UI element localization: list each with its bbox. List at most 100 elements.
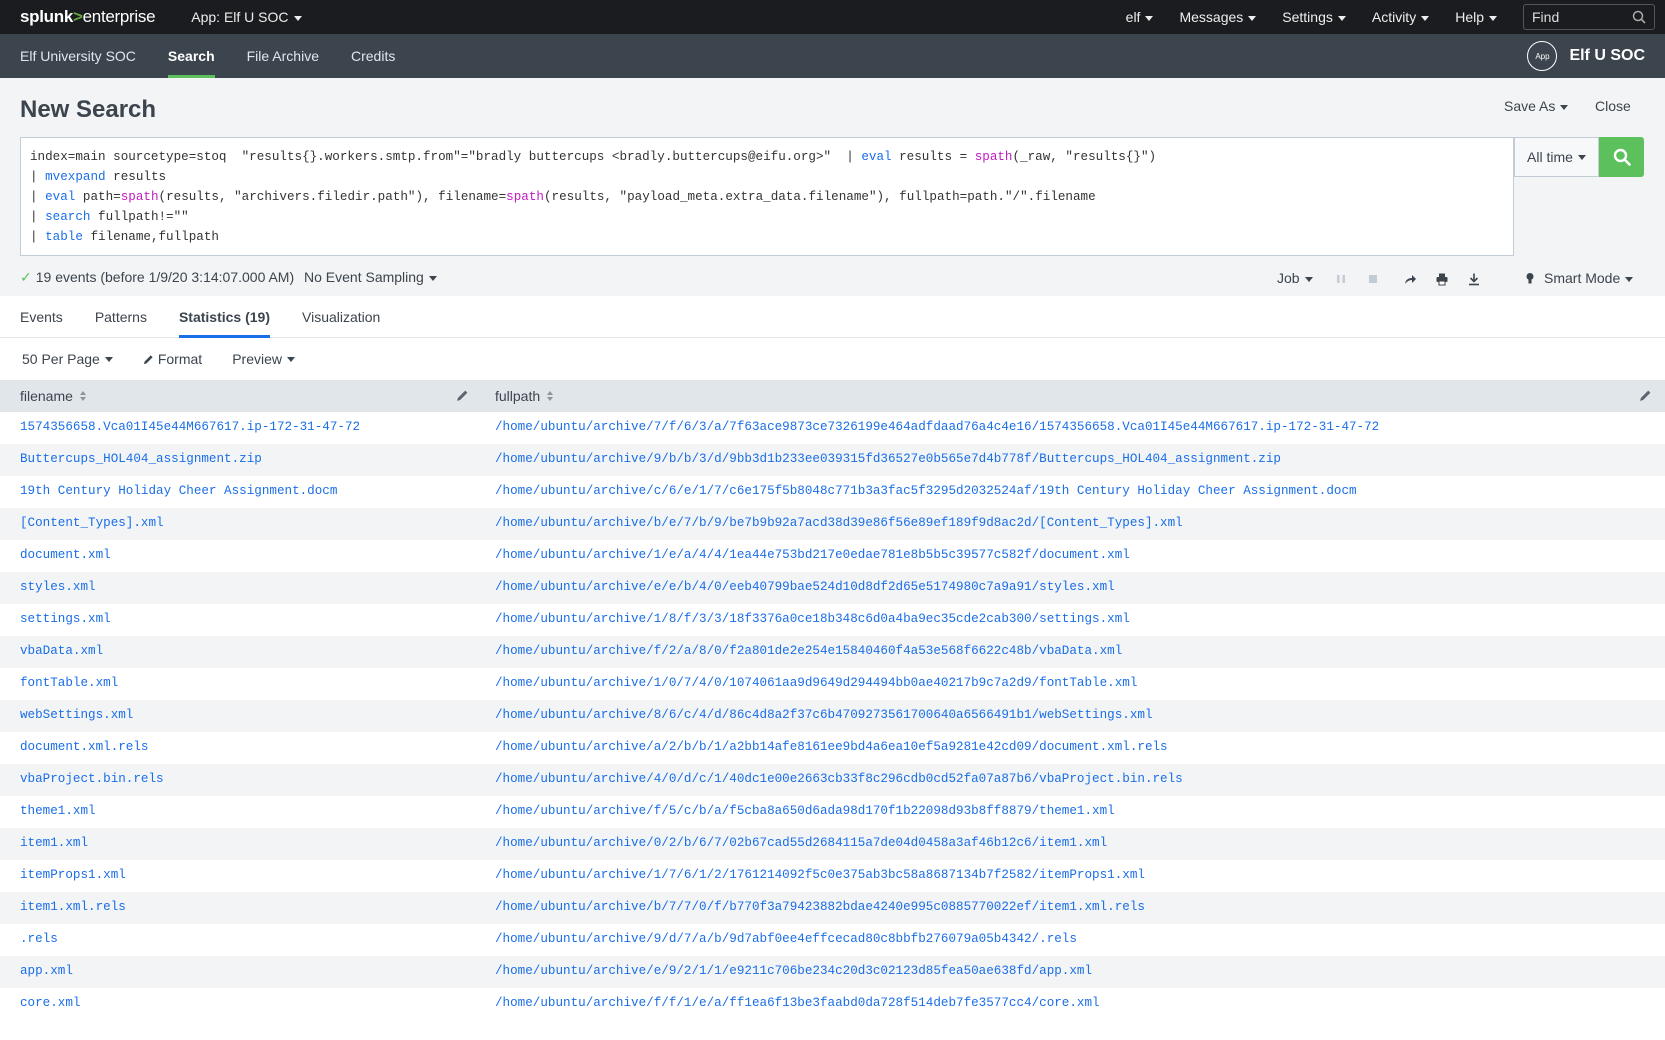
activity-menu[interactable]: Activity [1372,9,1430,25]
nav-item-elf-university-soc[interactable]: Elf University SOC [0,34,152,78]
settings-menu[interactable]: Settings [1282,9,1346,25]
filename-cell[interactable]: vbaData.xml [20,644,103,658]
search-icon[interactable] [1632,10,1646,24]
filename-cell[interactable]: document.xml [20,548,111,562]
search-query-input[interactable]: index=main sourcetype=stoq "results{}.wo… [20,137,1514,256]
nav-item-credits[interactable]: Credits [335,34,411,78]
table-row: webSettings.xml/home/ubuntu/archive/8/6/… [0,700,1665,732]
fullpath-cell[interactable]: /home/ubuntu/archive/9/d/7/a/b/9d7abf0ee… [495,932,1077,946]
filename-cell[interactable]: settings.xml [20,612,111,626]
page-title: New Search [20,96,157,123]
nav-item-file-archive[interactable]: File Archive [231,34,335,78]
search-mode-dropdown[interactable]: Smart Mode [1544,270,1634,286]
table-controls: 50 Per Page Format Preview [0,338,1665,380]
fullpath-cell[interactable]: /home/ubuntu/archive/1/7/6/1/2/176121409… [495,868,1145,882]
app-name: Elf U SOC [1569,47,1645,64]
find-input[interactable] [1532,9,1632,25]
table-row: item1.xml/home/ubuntu/archive/0/2/b/6/7/… [0,828,1665,860]
format-button[interactable]: Format [143,351,202,367]
pencil-icon[interactable] [1639,389,1652,402]
preview-label: Preview [232,351,282,367]
search-icon [1613,148,1631,166]
column-header-filename[interactable]: filename [20,388,87,404]
chevron-down-icon [1248,15,1257,21]
pencil-icon[interactable] [456,389,469,402]
filename-cell[interactable]: itemProps1.xml [20,868,126,882]
close-button[interactable]: Close [1595,98,1631,114]
sort-icon [547,391,554,401]
logo-main: splunk [20,7,73,26]
fullpath-cell[interactable]: /home/ubuntu/archive/e/9/2/1/1/e9211c706… [495,964,1092,978]
filename-cell[interactable]: app.xml [20,964,73,978]
fullpath-cell[interactable]: /home/ubuntu/archive/0/2/b/6/7/02b67cad5… [495,836,1107,850]
app-menu[interactable]: App: Elf U SOC [191,9,302,25]
search-status: ✓ 19 events (before 1/9/20 3:14:07.000 AM… [20,269,294,286]
fullpath-cell[interactable]: /home/ubuntu/archive/1/e/a/4/4/1ea44e753… [495,548,1130,562]
table-row: vbaData.xml/home/ubuntu/archive/f/2/a/8/… [0,636,1665,668]
fullpath-cell[interactable]: /home/ubuntu/archive/b/e/7/b/9/be7b9b92a… [495,516,1183,530]
chevron-down-icon [1577,154,1586,160]
filename-cell[interactable]: item1.xml.rels [20,900,126,914]
fullpath-cell[interactable]: /home/ubuntu/archive/c/6/e/1/7/c6e175f5b… [495,484,1357,498]
filename-cell[interactable]: Buttercups_HOL404_assignment.zip [20,452,262,466]
filename-cell[interactable]: webSettings.xml [20,708,133,722]
tab-visualization[interactable]: Visualization [302,296,380,337]
save-as-button[interactable]: Save As [1504,98,1569,114]
filename-cell[interactable]: vbaProject.bin.rels [20,772,164,786]
messages-menu-label: Messages [1179,9,1244,25]
filename-cell[interactable]: document.xml.rels [20,740,148,754]
fullpath-cell[interactable]: /home/ubuntu/archive/a/2/b/b/1/a2bb14afe… [495,740,1168,754]
fullpath-cell[interactable]: /home/ubuntu/archive/7/f/6/3/a/7f63ace98… [495,420,1379,434]
nav-item-search[interactable]: Search [152,34,231,78]
splunk-logo[interactable]: splunk>enterprise [20,7,156,27]
fullpath-cell[interactable]: /home/ubuntu/archive/b/7/7/0/f/b770f3a79… [495,900,1145,914]
chevron-down-icon [1304,276,1313,282]
help-menu[interactable]: Help [1455,9,1497,25]
per-page-dropdown[interactable]: 50 Per Page [22,351,113,367]
fullpath-cell[interactable]: /home/ubuntu/archive/f/f/1/e/a/ff1ea6f13… [495,996,1100,1010]
filename-cell[interactable]: [Content_Types].xml [20,516,164,530]
app-brand: App Elf U SOC [1527,34,1645,78]
fullpath-cell[interactable]: /home/ubuntu/archive/1/0/7/4/0/1074061aa… [495,676,1137,690]
tab-patterns[interactable]: Patterns [95,296,147,337]
download-icon[interactable] [1467,272,1481,286]
lightbulb-icon [1526,273,1534,284]
pause-icon[interactable] [1334,272,1348,286]
fullpath-cell[interactable]: /home/ubuntu/archive/4/0/d/c/1/40dc1e00e… [495,772,1183,786]
fullpath-cell[interactable]: /home/ubuntu/archive/1/8/f/3/3/18f3376a0… [495,612,1130,626]
filename-cell[interactable]: .rels [20,932,58,946]
filename-cell[interactable]: styles.xml [20,580,96,594]
save-as-label: Save As [1504,98,1556,114]
share-icon[interactable] [1403,272,1417,286]
stop-icon[interactable] [1366,272,1380,286]
tab-events[interactable]: Events [20,296,63,337]
filename-cell[interactable]: item1.xml [20,836,88,850]
print-icon[interactable] [1435,272,1449,286]
filename-cell[interactable]: 1574356658.Vca01I45e44M667617.ip-172-31-… [20,420,360,434]
table-row: document.xml.rels/home/ubuntu/archive/a/… [0,732,1665,764]
format-label: Format [157,351,203,367]
tab-statistics[interactable]: Statistics (19) [178,296,271,338]
table-row: settings.xml/home/ubuntu/archive/1/8/f/3… [0,604,1665,636]
fullpath-cell[interactable]: /home/ubuntu/archive/f/5/c/b/a/f5cba8a65… [495,804,1115,818]
event-sampling-label: No Event Sampling [304,269,424,285]
search-mode-label: Smart Mode [1544,270,1621,286]
user-menu[interactable]: elf [1126,9,1154,25]
filename-cell[interactable]: fontTable.xml [20,676,118,690]
column-header-fullpath[interactable]: fullpath [495,388,554,404]
table-row: .rels/home/ubuntu/archive/9/d/7/a/b/9d7a… [0,924,1665,956]
check-icon: ✓ [20,269,32,285]
filename-cell[interactable]: theme1.xml [20,804,96,818]
job-menu[interactable]: Job [1277,270,1313,286]
fullpath-cell[interactable]: /home/ubuntu/archive/f/2/a/8/0/f2a801de2… [495,644,1122,658]
filename-cell[interactable]: 19th Century Holiday Cheer Assignment.do… [20,484,337,498]
time-range-picker[interactable]: All time [1514,137,1599,177]
search-button[interactable] [1599,137,1644,177]
fullpath-cell[interactable]: /home/ubuntu/archive/9/b/b/3/d/9bb3d1b23… [495,452,1281,466]
messages-menu[interactable]: Messages [1179,9,1257,25]
event-sampling-dropdown[interactable]: No Event Sampling [304,269,437,285]
fullpath-cell[interactable]: /home/ubuntu/archive/e/e/b/4/0/eeb40799b… [495,580,1115,594]
preview-dropdown[interactable]: Preview [232,351,295,367]
fullpath-cell[interactable]: /home/ubuntu/archive/8/6/c/4/d/86c4d8a2f… [495,708,1153,722]
filename-cell[interactable]: core.xml [20,996,80,1010]
